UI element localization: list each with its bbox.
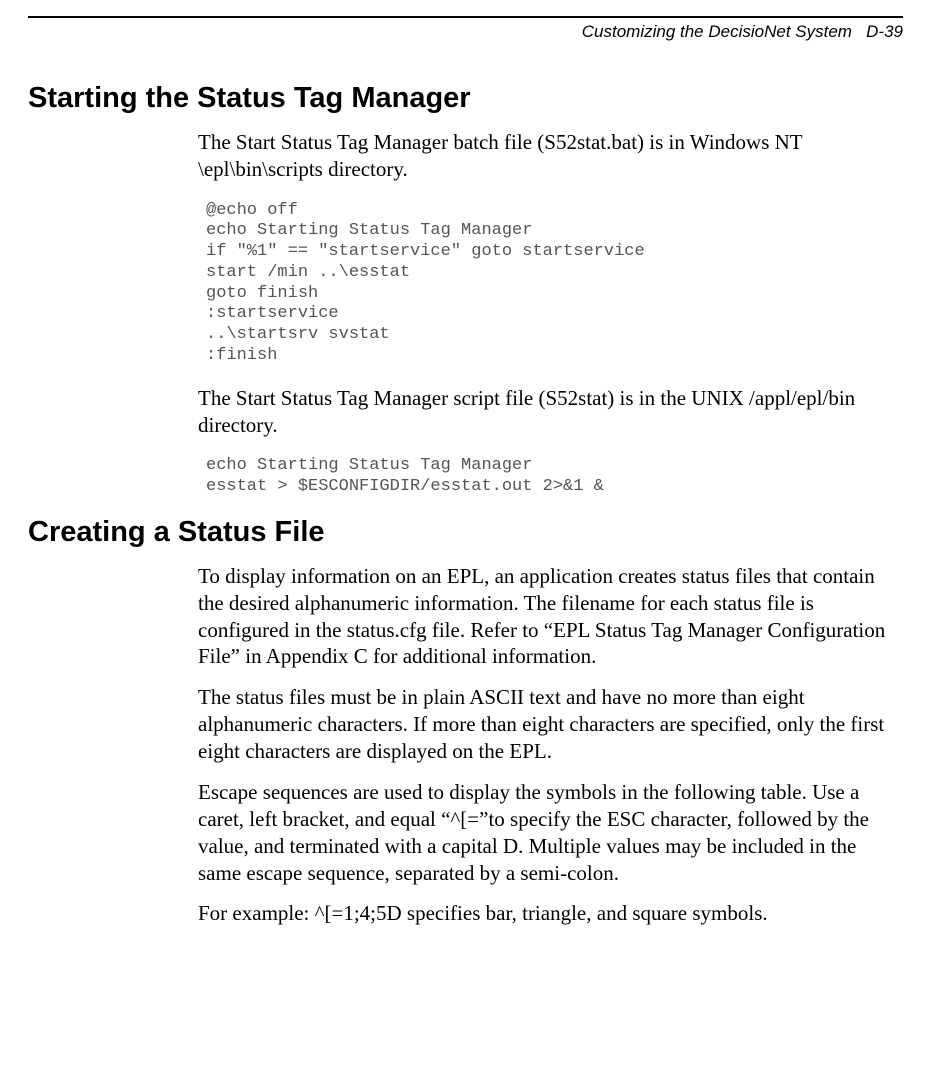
page: Customizing the DecisioNet System D-39 S… <box>0 0 931 927</box>
section1-body: The Start Status Tag Manager batch file … <box>198 129 903 498</box>
section2-para1: To display information on an EPL, an app… <box>198 563 903 671</box>
section2-para4: For example: ^[=1;4;5D specifies bar, tr… <box>198 900 903 927</box>
header-text: Customizing the DecisioNet System D-39 <box>28 18 903 42</box>
section1-code1: @echo off echo Starting Status Tag Manag… <box>206 201 903 367</box>
section-heading-starting: Starting the Status Tag Manager <box>28 82 903 115</box>
section2-para3: Escape sequences are used to display the… <box>198 779 903 887</box>
section2-para2: The status files must be in plain ASCII … <box>198 684 903 765</box>
page-number: D-39 <box>866 22 903 41</box>
section-heading-creating: Creating a Status File <box>28 516 903 549</box>
section2-body: To display information on an EPL, an app… <box>198 563 903 928</box>
section1-para1: The Start Status Tag Manager batch file … <box>198 129 903 183</box>
running-title: Customizing the DecisioNet System <box>582 22 852 41</box>
section1-para2: The Start Status Tag Manager script file… <box>198 385 903 439</box>
section1-code2: echo Starting Status Tag Manager esstat … <box>206 456 903 497</box>
page-header: Customizing the DecisioNet System D-39 <box>28 16 903 42</box>
